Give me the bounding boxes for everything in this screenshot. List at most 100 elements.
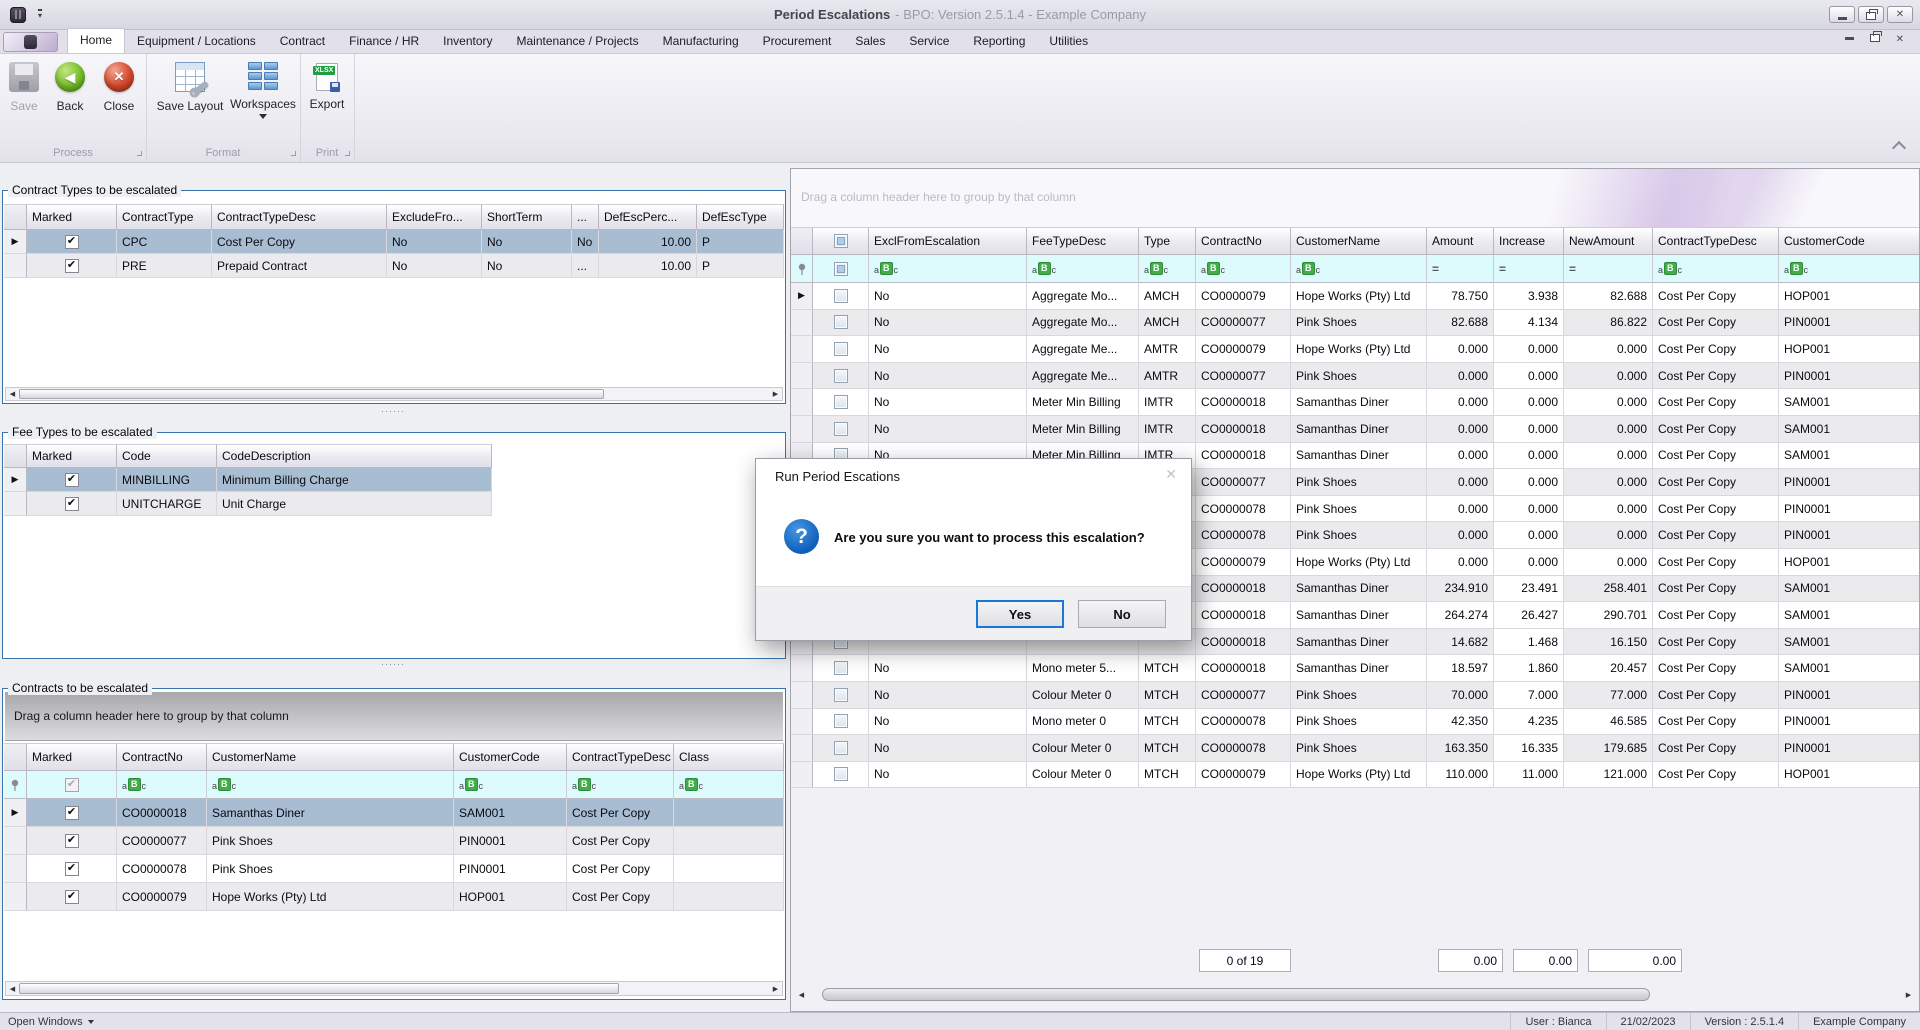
- yes-button[interactable]: Yes: [976, 600, 1064, 628]
- row-checkbox[interactable]: [834, 289, 848, 303]
- filter-cell[interactable]: aBc: [117, 771, 207, 799]
- tab-contract[interactable]: Contract: [268, 30, 337, 53]
- table-row[interactable]: NoMono meter 0MTCHCO0000078Pink Shoes42.…: [791, 709, 1920, 736]
- select-all-header[interactable]: [813, 227, 869, 255]
- scrollbar-thumb[interactable]: [19, 983, 619, 994]
- tab-procurement[interactable]: Procurement: [751, 30, 844, 53]
- open-windows-dropdown[interactable]: Open Windows: [8, 1016, 94, 1028]
- scroll-right-icon[interactable]: ▶: [1902, 991, 1915, 999]
- application-menu-button[interactable]: [3, 32, 58, 52]
- tab-service[interactable]: Service: [897, 30, 961, 53]
- column-header[interactable]: DefEscPerc...: [599, 204, 697, 230]
- scrollbar-track[interactable]: [19, 388, 769, 400]
- table-row[interactable]: ✔UNITCHARGEUnit Charge: [4, 492, 492, 516]
- close-button[interactable]: Close: [96, 62, 142, 113]
- row-checkbox[interactable]: ✔: [65, 862, 79, 876]
- collapse-ribbon-icon[interactable]: [1892, 141, 1906, 155]
- filter-cell[interactable]: aBc: [1291, 255, 1427, 283]
- scroll-right-icon[interactable]: ▶: [769, 985, 782, 993]
- table-row[interactable]: ▶✔MINBILLINGMinimum Billing Charge: [4, 468, 492, 492]
- column-header[interactable]: Class: [674, 743, 784, 771]
- filter-cell[interactable]: aBc: [1653, 255, 1779, 283]
- column-header[interactable]: ExclFromEscalation: [869, 227, 1027, 255]
- column-header[interactable]: CustomerName: [1291, 227, 1427, 255]
- column-header[interactable]: CodeDescription: [217, 444, 492, 468]
- export-button[interactable]: XLSX Export: [304, 62, 350, 111]
- row-checkbox[interactable]: ✔: [65, 235, 79, 249]
- row-checkbox[interactable]: ✔: [65, 834, 79, 848]
- quick-access-dropdown-icon[interactable]: ▾: [38, 9, 42, 21]
- column-header[interactable]: Increase: [1494, 227, 1564, 255]
- row-checkbox[interactable]: ✔: [65, 473, 79, 487]
- filter-checkbox[interactable]: [834, 262, 848, 276]
- row-checkbox[interactable]: ✔: [65, 497, 79, 511]
- table-row[interactable]: ▶✔CPCCost Per CopyNoNoNo10.00P: [4, 230, 784, 254]
- table-row[interactable]: NoAggregate Me...AMTRCO0000077Pink Shoes…: [791, 363, 1920, 390]
- scrollbar-track[interactable]: [808, 986, 1902, 1003]
- scroll-left-icon[interactable]: ◀: [6, 985, 19, 993]
- row-checkbox[interactable]: ✔: [65, 259, 79, 273]
- column-header[interactable]: Code: [117, 444, 217, 468]
- tab-manufacturing[interactable]: Manufacturing: [651, 30, 751, 53]
- filter-cell[interactable]: aBc: [567, 771, 674, 799]
- workspaces-button[interactable]: Workspaces: [230, 62, 296, 126]
- column-header[interactable]: FeeTypeDesc: [1027, 227, 1139, 255]
- no-button[interactable]: No: [1078, 600, 1166, 628]
- scrollbar-thumb[interactable]: [822, 988, 1650, 1001]
- table-row[interactable]: NoColour Meter 0MTCHCO0000079Hope Works …: [791, 762, 1920, 789]
- horizontal-scrollbar[interactable]: ◀ ▶: [5, 387, 783, 401]
- table-row[interactable]: ✔CO0000079Hope Works (Pty) LtdHOP001Cost…: [4, 883, 784, 911]
- scroll-right-icon[interactable]: ▶: [769, 390, 782, 398]
- filter-cell[interactable]: aBc: [1139, 255, 1196, 283]
- filter-cell[interactable]: [813, 255, 869, 283]
- filter-cell[interactable]: =: [1494, 255, 1564, 283]
- group-by-bar[interactable]: Drag a column header here to group by th…: [5, 692, 783, 741]
- row-checkbox[interactable]: [834, 714, 848, 728]
- row-checkbox[interactable]: [834, 369, 848, 383]
- table-row[interactable]: NoColour Meter 0MTCHCO0000077Pink Shoes7…: [791, 682, 1920, 709]
- table-row[interactable]: ✔PREPrepaid ContractNoNo...10.00P: [4, 254, 784, 278]
- column-header[interactable]: ContractTypeDesc: [1653, 227, 1779, 255]
- scrollbar-track[interactable]: [19, 982, 769, 995]
- row-checkbox[interactable]: ✔: [65, 890, 79, 904]
- row-checkbox[interactable]: [834, 767, 848, 781]
- row-checkbox[interactable]: [834, 661, 848, 675]
- select-all-checkbox[interactable]: [834, 234, 848, 248]
- restore-button[interactable]: [1858, 6, 1884, 23]
- mdi-minimize-button[interactable]: [1845, 37, 1854, 40]
- table-row[interactable]: NoColour Meter 0MTCHCO0000078Pink Shoes1…: [791, 735, 1920, 762]
- scroll-left-icon[interactable]: ◀: [795, 991, 808, 999]
- tab-finance-hr[interactable]: Finance / HR: [337, 30, 431, 53]
- tab-maintenance-projects[interactable]: Maintenance / Projects: [505, 30, 651, 53]
- minimize-button[interactable]: [1829, 6, 1855, 23]
- column-header[interactable]: CustomerCode: [454, 743, 567, 771]
- row-checkbox[interactable]: [834, 315, 848, 329]
- column-header[interactable]: ContractNo: [1196, 227, 1291, 255]
- row-checkbox[interactable]: ✔: [65, 806, 79, 820]
- table-row[interactable]: NoMeter Min BillingIMTRCO0000018Samantha…: [791, 389, 1920, 416]
- column-header[interactable]: CustomerName: [207, 743, 454, 771]
- tab-equipment-locations[interactable]: Equipment / Locations: [125, 30, 268, 53]
- column-header[interactable]: DefEscType: [697, 204, 784, 230]
- filter-cell[interactable]: aBc: [1027, 255, 1139, 283]
- panel-splitter[interactable]: [0, 408, 786, 416]
- row-checkbox[interactable]: [834, 395, 848, 409]
- filter-cell[interactable]: aBc: [1196, 255, 1291, 283]
- tab-sales[interactable]: Sales: [843, 30, 897, 53]
- table-row[interactable]: ▶✔CO0000018Samanthas DinerSAM001Cost Per…: [4, 799, 784, 827]
- filter-checkbox[interactable]: ✔: [65, 778, 79, 792]
- column-header[interactable]: Amount: [1427, 227, 1494, 255]
- table-row[interactable]: NoMono meter 5...MTCHCO0000018Samanthas …: [791, 655, 1920, 682]
- row-checkbox[interactable]: [834, 422, 848, 436]
- column-header[interactable]: CustomerCode: [1779, 227, 1920, 255]
- close-window-button[interactable]: ✕: [1887, 6, 1913, 23]
- horizontal-scrollbar[interactable]: ◀ ▶: [795, 986, 1915, 1003]
- row-checkbox[interactable]: [834, 741, 848, 755]
- filter-cell[interactable]: =: [1427, 255, 1494, 283]
- save-button[interactable]: Save: [2, 62, 46, 113]
- row-checkbox[interactable]: [834, 688, 848, 702]
- filter-cell[interactable]: ✔: [27, 771, 117, 799]
- column-header[interactable]: ContractTypeDesc: [567, 743, 674, 771]
- filter-cell[interactable]: =: [1564, 255, 1653, 283]
- column-header[interactable]: ContractType: [117, 204, 212, 230]
